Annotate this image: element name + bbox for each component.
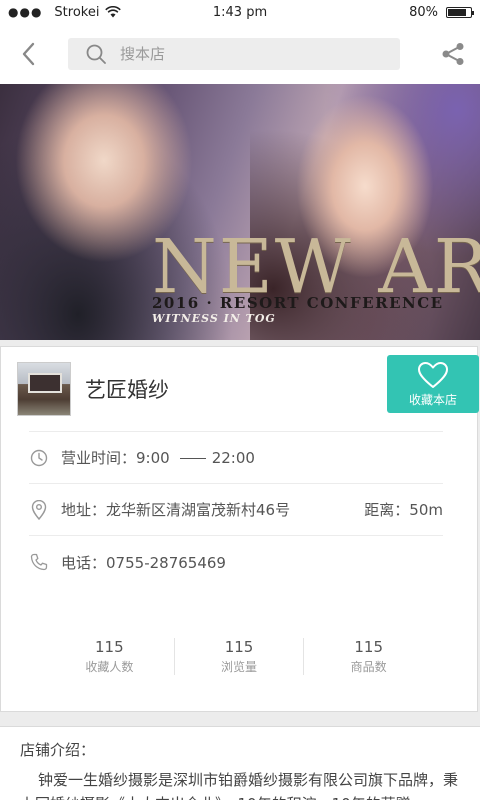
back-button[interactable] bbox=[16, 39, 40, 69]
hours-label: 营业时间： bbox=[61, 449, 137, 467]
phone-label: 电话： bbox=[61, 553, 107, 572]
chevron-left-icon bbox=[22, 42, 35, 66]
store-stats: 115 收藏人数 115 浏览量 115 商品数 bbox=[45, 638, 433, 675]
search-icon bbox=[86, 44, 106, 64]
store-search-box[interactable] bbox=[68, 38, 400, 70]
favorite-store-label: 收藏本店 bbox=[408, 392, 457, 407]
address-value: 龙华新区清湖富茂新村46号 bbox=[106, 501, 291, 519]
banner-tagline: WITNESS IN TOG bbox=[152, 312, 276, 325]
share-icon bbox=[442, 43, 464, 65]
location-pin-icon bbox=[29, 499, 49, 520]
phone-row[interactable]: 电话：0755-28765469 bbox=[29, 536, 443, 588]
phone-value[interactable]: 0755-28765469 bbox=[106, 554, 226, 572]
wifi-icon bbox=[105, 6, 122, 18]
business-hours-row: 营业时间：9:00 22:00 bbox=[29, 432, 443, 484]
banner-subline: 2016 · RESORT CONFERENCE bbox=[152, 294, 444, 312]
heart-icon bbox=[418, 361, 448, 388]
share-button[interactable] bbox=[440, 41, 466, 67]
stat-favorites: 115 收藏人数 bbox=[45, 638, 174, 675]
battery-icon bbox=[446, 6, 474, 18]
store-thumbnail bbox=[17, 362, 71, 416]
stat-products-value: 115 bbox=[354, 638, 383, 656]
stat-products-label: 商品数 bbox=[350, 660, 387, 674]
store-info-card: 艺匠婚纱 收藏本店 营业时间：9:00 22:00 地址：龙华新区清湖富茂新村46… bbox=[0, 346, 479, 712]
distance-label: 距离： bbox=[364, 501, 410, 519]
battery-percentage: 80% bbox=[409, 4, 438, 20]
stat-favorites-value: 115 bbox=[95, 638, 124, 656]
hours-open: 9:00 bbox=[136, 449, 170, 467]
intro-title: 店铺介绍： bbox=[20, 741, 96, 759]
status-bar: ●●● Strokei 1:43 pm 80% bbox=[0, 0, 480, 24]
stat-products[interactable]: 115 商品数 bbox=[303, 638, 433, 675]
distance-value: 50m bbox=[409, 501, 443, 519]
phone-icon bbox=[29, 552, 49, 572]
favorite-store-button[interactable]: 收藏本店 bbox=[387, 355, 479, 413]
store-name: 艺匠婚纱 bbox=[85, 378, 169, 402]
signal-strength-icon: ●●● bbox=[8, 5, 43, 19]
store-info-list: 营业时间：9:00 22:00 地址：龙华新区清湖富茂新村46号 距离：50m 电… bbox=[29, 431, 443, 588]
intro-body: 钟爱一生婚纱摄影是深圳市铂爵婚纱摄影有限公司旗下品牌，秉上回婚纱摄影《十大杰出企… bbox=[20, 771, 459, 800]
store-banner-image[interactable]: NEW AR 2016 · RESORT CONFERENCE WITNESS … bbox=[0, 84, 480, 340]
store-introduction: 店铺介绍： 钟爱一生婚纱摄影是深圳市铂爵婚纱摄影有限公司旗下品牌，秉上回婚纱摄影… bbox=[0, 726, 480, 800]
hours-close: 22:00 bbox=[211, 449, 255, 467]
stat-views-label: 浏览量 bbox=[221, 660, 258, 674]
stat-views: 115 浏览量 bbox=[173, 638, 304, 675]
clock-icon bbox=[29, 448, 49, 468]
stat-views-value: 115 bbox=[224, 638, 254, 656]
address-label: 地址： bbox=[61, 501, 107, 519]
carrier-name: Strokei bbox=[54, 4, 100, 20]
search-input[interactable] bbox=[120, 45, 350, 63]
top-nav-bar bbox=[0, 24, 480, 84]
address-row[interactable]: 地址：龙华新区清湖富茂新村46号 距离：50m bbox=[29, 484, 443, 536]
stat-favorites-label: 收藏人数 bbox=[85, 660, 134, 674]
